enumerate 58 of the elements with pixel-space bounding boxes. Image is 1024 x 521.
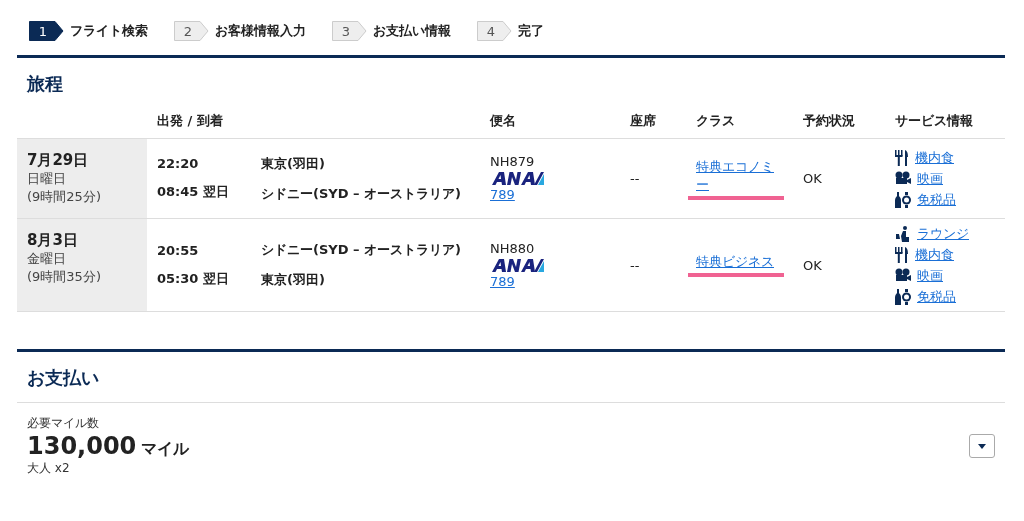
fare-class-link[interactable]: 特典ビジネス (696, 253, 774, 271)
step-label: お支払い情報 (373, 22, 451, 40)
expand-button[interactable] (969, 434, 995, 458)
step-label: お客様情報入力 (215, 22, 306, 40)
column-header: 便名 (490, 112, 516, 130)
service-link[interactable]: 映画 (917, 266, 943, 285)
fork-knife-icon (895, 246, 909, 263)
departure-time: 22:20 (157, 156, 199, 171)
airline-logo-icon (490, 257, 544, 273)
service-link[interactable]: 免税品 (917, 287, 956, 306)
service-link[interactable]: 映画 (917, 169, 943, 188)
section-title: 旅程 (26, 72, 64, 96)
service-link[interactable]: 機内食 (915, 148, 954, 167)
seat-value: -- (630, 171, 640, 186)
column-header: サービス情報 (895, 112, 973, 130)
flight-number: NH880 (490, 239, 535, 258)
service-link[interactable]: 機内食 (915, 245, 954, 264)
step-number: 3 (332, 21, 367, 41)
step-label: フライト検索 (70, 22, 148, 40)
step-number: 4 (477, 21, 512, 41)
airline-logo-icon (490, 171, 544, 186)
service-link[interactable]: ラウンジ (917, 224, 969, 243)
bottle-watch-icon (895, 191, 911, 208)
departure-time: 20:55 (157, 242, 199, 258)
fork-knife-icon (895, 149, 909, 166)
step-number: 1 (29, 21, 64, 41)
miles-amount: 130,000 (27, 432, 137, 460)
booking-status: OK (803, 257, 822, 273)
flight-number: NH879 (490, 153, 535, 171)
aircraft-link[interactable]: 789 (490, 186, 515, 204)
bottle-watch-icon (895, 288, 911, 305)
miles-label: 必要マイル数 (27, 415, 100, 432)
seat-value: -- (630, 257, 640, 273)
film-camera-icon (895, 171, 911, 186)
caret-icon (978, 443, 986, 449)
date-cell: 8月3日 金曜日 (9時間35分) (17, 219, 147, 311)
date-cell: 7月29日 日曜日 (9時間25分) (17, 139, 147, 218)
aircraft-link[interactable]: 789 (490, 272, 515, 291)
column-header: 座席 (630, 112, 656, 130)
section-title: お支払い (17, 352, 1005, 403)
miles-unit: マイル (141, 439, 190, 458)
column-header: 出発 / 到着 (157, 113, 223, 128)
service-link[interactable]: 免税品 (917, 190, 956, 209)
arrival-place: シドニー(SYD – オーストラリア) (261, 184, 461, 203)
fare-class-link[interactable]: 特典エコノミー (696, 157, 785, 194)
column-header: 予約状況 (803, 112, 855, 130)
step-label: 完了 (518, 22, 544, 40)
booking-status: OK (803, 171, 822, 186)
passenger-count: 大人 x2 (27, 460, 71, 477)
column-header: クラス (696, 112, 735, 130)
seated-person-icon (895, 225, 911, 242)
film-camera-icon (895, 268, 911, 283)
arrival-time: 05:30 翌日 (157, 269, 229, 288)
step-number: 2 (174, 21, 209, 41)
arrival-place: 東京(羽田) (261, 271, 325, 289)
arrival-time: 08:45 翌日 (157, 183, 229, 201)
departure-place: 東京(羽田) (261, 154, 325, 173)
departure-place: シドニー(SYD – オーストラリア) (261, 241, 461, 259)
